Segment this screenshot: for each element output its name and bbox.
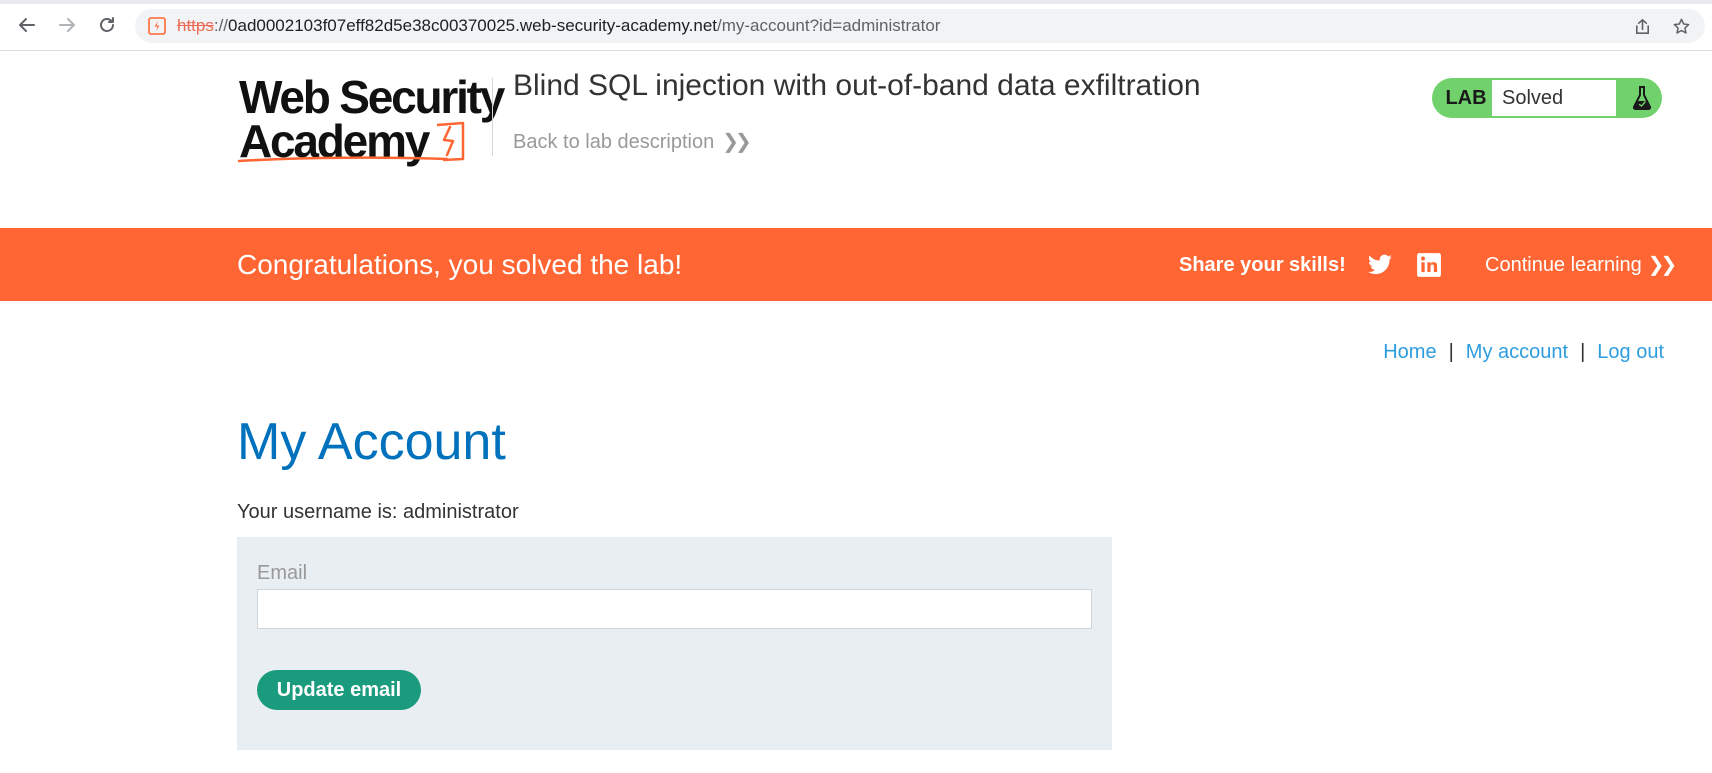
bookmark-star-icon — [1673, 18, 1689, 34]
reload-icon — [100, 17, 114, 32]
nav-log-out-link[interactable]: Log out — [1597, 341, 1664, 363]
url-text[interactable]: https://0ad0002103f07eff82d5e38c00370025… — [177, 17, 940, 35]
flask-icon — [1632, 86, 1652, 110]
url-path: /my-account?id=administrator — [717, 16, 941, 35]
lab-status-text: Solved — [1492, 80, 1616, 116]
url-scheme: https — [177, 16, 214, 35]
bookmark-button[interactable] — [1670, 15, 1692, 37]
back-to-lab-description-link[interactable]: Back to lab description ❯❯ — [513, 130, 752, 154]
share-page-button[interactable] — [1631, 15, 1653, 37]
site-info-icon[interactable] — [148, 17, 166, 35]
share-skills-label: Share your skills! — [1179, 254, 1346, 276]
continue-learning-label: Continue learning — [1485, 254, 1642, 276]
lab-badge: LAB — [1445, 86, 1487, 109]
continue-learning-link[interactable]: Continue learning ❯❯ — [1485, 253, 1677, 277]
update-email-form: Email Update email — [237, 537, 1112, 750]
tab-strip-edge — [0, 0, 1712, 4]
web-security-academy-logo[interactable]: Web Security Academy — [237, 73, 505, 169]
forward-icon — [59, 18, 75, 32]
address-bar[interactable]: https://0ad0002103f07eff82d5e38c00370025… — [135, 9, 1705, 43]
congratulations-message: Congratulations, you solved the lab! — [237, 249, 683, 280]
nav-separator: | — [1580, 341, 1586, 363]
url-separator: :// — [213, 16, 229, 35]
nav-my-account-link[interactable]: My account — [1466, 341, 1568, 363]
back-link-label: Back to lab description — [513, 131, 715, 153]
twitter-icon[interactable] — [1367, 252, 1393, 278]
header-divider — [492, 78, 493, 156]
back-button[interactable] — [13, 11, 41, 39]
email-input[interactable] — [257, 589, 1092, 629]
linkedin-icon[interactable] — [1416, 252, 1442, 278]
back-icon — [19, 18, 35, 32]
share-page-icon — [1635, 18, 1649, 34]
double-chevron-right-icon: ❯❯ — [1647, 254, 1677, 276]
username-text: Your username is: administrator — [237, 501, 519, 523]
lab-status-widget: LAB Solved — [1432, 78, 1662, 118]
reload-button[interactable] — [93, 11, 121, 39]
nav-home-link[interactable]: Home — [1383, 341, 1436, 363]
account-nav: Home | My account | Log out — [1383, 340, 1664, 364]
solved-notification-bar: Congratulations, you solved the lab! Sha… — [0, 228, 1712, 301]
forward-button[interactable] — [53, 11, 81, 39]
double-chevron-right-icon: ❯❯ — [722, 131, 751, 153]
page-title: My Account — [237, 413, 506, 471]
url-host: 0ad0002103f07eff82d5e38c00370025.web-sec… — [228, 16, 717, 35]
nav-separator: | — [1448, 341, 1454, 363]
email-label: Email — [257, 562, 308, 584]
browser-toolbar: https://0ad0002103f07eff82d5e38c00370025… — [0, 0, 1712, 51]
update-email-button[interactable]: Update email — [257, 670, 421, 710]
logo-lightning-icon — [237, 121, 465, 163]
lab-title: Blind SQL injection with out-of-band dat… — [513, 69, 1201, 102]
